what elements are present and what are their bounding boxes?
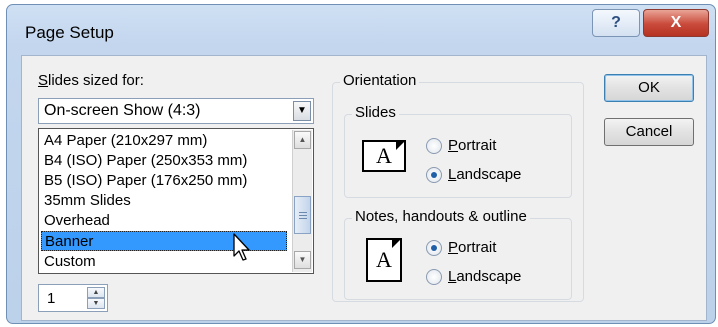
scroll-up-icon[interactable]: ▲ (294, 131, 311, 149)
chevron-down-icon[interactable]: ▼ (293, 101, 311, 121)
slides-sized-for-dropdown[interactable]: On-screen Show (4:3) ▼ (38, 98, 314, 124)
dropdown-selected-value: On-screen Show (4:3) (44, 102, 201, 119)
list-scrollbar[interactable]: ▲ ▼ (292, 130, 312, 272)
notes-landscape-label: Landscape (448, 268, 522, 285)
notes-portrait-radio[interactable] (426, 240, 442, 256)
list-item[interactable]: 35mm Slides (41, 191, 287, 211)
notes-portrait-label: Portrait (448, 239, 497, 256)
portrait-page-icon: A (366, 238, 402, 282)
list-item[interactable]: B4 (ISO) Paper (250x353 mm) (41, 151, 287, 171)
notes-group-label: Notes, handouts & outline (352, 208, 530, 225)
dialog-title: Page Setup (25, 23, 114, 42)
slides-portrait-radio[interactable] (426, 138, 442, 154)
dialog-body: Slides sized for: On-screen Show (4:3) ▼… (21, 55, 707, 321)
page-setup-dialog: Page Setup ? X Slides sized for: On-scre… (6, 4, 716, 324)
cancel-button[interactable]: Cancel (604, 118, 694, 146)
help-icon: ? (611, 14, 621, 31)
ok-button[interactable]: OK (604, 74, 694, 102)
list-item[interactable]: A4 Paper (210x297 mm) (41, 131, 287, 151)
stepper-value: 1 (47, 290, 56, 307)
stepper-up-icon[interactable]: ▲ (87, 287, 105, 298)
close-icon: X (670, 14, 682, 31)
list-item[interactable]: B5 (ISO) Paper (176x250 mm) (41, 171, 287, 191)
slides-sized-for-label: Slides sized for: (38, 72, 144, 89)
orientation-label: Orientation (340, 72, 420, 89)
number-slides-from-stepper[interactable]: 1 ▲ ▼ (38, 284, 108, 312)
list-item[interactable]: Overhead (41, 211, 287, 231)
slides-landscape-label: Landscape (448, 166, 522, 183)
slides-portrait-label: Portrait (448, 137, 497, 154)
slides-group-label: Slides (352, 104, 399, 121)
scroll-down-icon[interactable]: ▼ (294, 251, 311, 269)
landscape-page-icon: A (362, 140, 406, 172)
help-button[interactable]: ? (592, 9, 640, 37)
mouse-pointer-icon (233, 233, 250, 261)
notes-landscape-radio[interactable] (426, 269, 442, 285)
stepper-down-icon[interactable]: ▼ (87, 298, 105, 309)
slides-landscape-radio[interactable] (426, 167, 442, 183)
scroll-thumb[interactable] (294, 196, 311, 234)
slide-size-list[interactable]: A4 Paper (210x297 mm) B4 (ISO) Paper (25… (38, 128, 314, 274)
close-button[interactable]: X (643, 9, 709, 37)
